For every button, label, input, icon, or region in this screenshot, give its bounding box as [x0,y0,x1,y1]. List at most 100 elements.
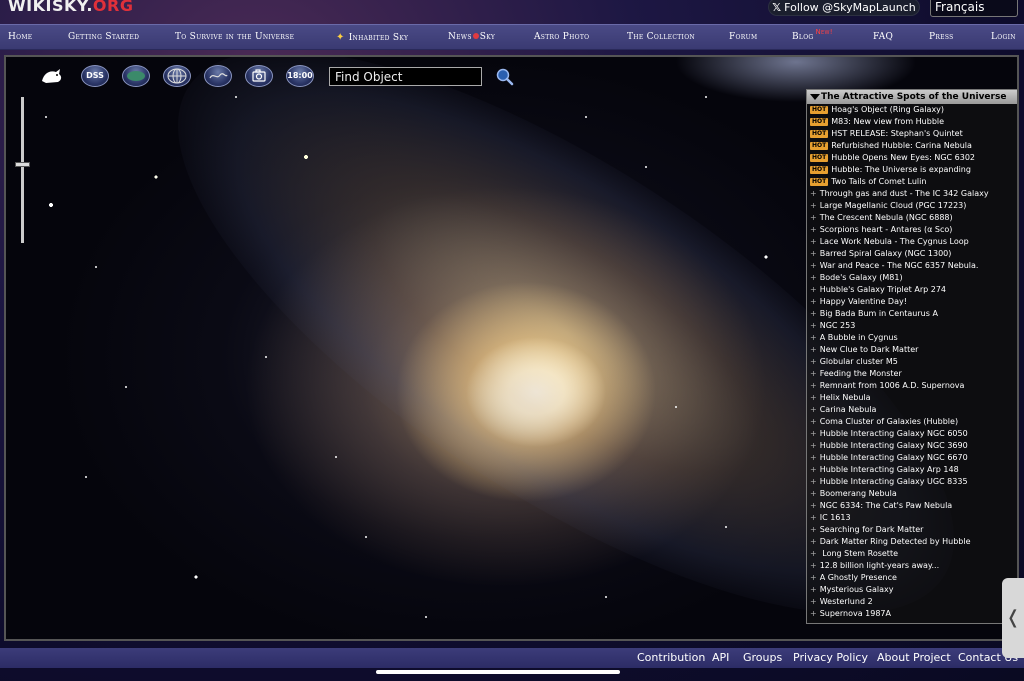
nav-survive-universe[interactable]: To Survive in the Universe [175,32,294,42]
spot-label: Bode's Galaxy (M81) [819,273,903,282]
spot-list-item[interactable]: + Scorpions heart - Antares (α Sco) [807,224,1017,236]
spot-list-item[interactable]: + Feeding the Monster [807,368,1017,380]
spot-list-item[interactable]: HOT M83: New view from Hubble [807,116,1017,128]
twitter-follow-button[interactable]: 𝕏 Follow @SkyMapLaunch [768,0,920,16]
spots-list: HOT Hoag's Object (Ring Galaxy) HOT M83: Ne… [807,104,1017,620]
spot-list-item[interactable]: + Hubble Interacting Galaxy UGC 8335 [807,476,1017,488]
spot-list-item[interactable]: + Mysterious Galaxy [807,584,1017,596]
spot-list-item[interactable]: HOT Hubble Opens New Eyes: NGC 6302 [807,152,1017,164]
plus-icon: + [810,285,817,294]
spot-list-item[interactable]: + Hubble Interacting Galaxy NGC 6050 [807,428,1017,440]
spot-list-item[interactable]: + Long Stem Rosette [807,548,1017,560]
spot-list-item[interactable]: HOT HST RELEASE: Stephan's Quintet [807,128,1017,140]
language-select[interactable]: Français [930,0,1018,17]
home-indicator[interactable] [376,670,620,674]
nav-home[interactable]: Home [8,32,33,42]
plus-icon: + [810,345,817,354]
nav-faq[interactable]: FAQ [873,32,893,42]
plus-icon: + [810,561,817,570]
spot-label: Hubble Interacting Galaxy NGC 6050 [819,429,968,438]
spot-list-item[interactable]: + Happy Valentine Day! [807,296,1017,308]
spot-list-item[interactable]: + Remnant from 1006 A.D. Supernova [807,380,1017,392]
sky-viewer[interactable]: DSS 18:00 The Attractive Spots of the Un… [4,55,1019,641]
spot-list-item[interactable]: + A Bubble in Cygnus [807,332,1017,344]
hot-badge: HOT [810,166,829,174]
wikisky-home-icon[interactable] [38,65,66,87]
camera-icon[interactable] [245,65,273,87]
spot-label: Scorpions heart - Antares (α Sco) [819,225,953,234]
spot-label: IC 1613 [819,513,851,522]
spot-list-item[interactable]: + Through gas and dust - The IC 342 Galax… [807,188,1017,200]
grid-icon[interactable] [163,65,191,87]
side-panel-toggle[interactable]: ❬ [1002,578,1024,658]
spot-list-item[interactable]: + Dark Matter Ring Detected by Hubble [807,536,1017,548]
search-icon[interactable] [495,67,515,87]
nav-blog[interactable]: Blog New! [792,28,833,42]
dss-layer-button[interactable]: DSS [81,65,109,87]
spot-label: Hubble Interacting Galaxy Arp 148 [819,465,959,474]
spot-list-item[interactable]: + Boomerang Nebula [807,488,1017,500]
spots-panel-header[interactable]: The Attractive Spots of the Universe [807,90,1017,104]
spot-label: Coma Cluster of Galaxies (Hubble) [819,417,959,426]
spot-list-item[interactable]: + Hubble's Galaxy Triplet Arp 274 [807,284,1017,296]
spot-list-item[interactable]: + Hubble Interacting Galaxy NGC 6670 [807,452,1017,464]
spot-list-item[interactable]: + IC 1613 [807,512,1017,524]
spot-list-item[interactable]: + Barred Spiral Galaxy (NGC 1300) [807,248,1017,260]
find-object-input[interactable] [329,67,482,86]
spot-list-item[interactable]: HOT Refurbished Hubble: Carina Nebula [807,140,1017,152]
nav-forum[interactable]: Forum [729,32,757,42]
time-button[interactable]: 18:00 [286,65,314,87]
plus-icon: + [810,609,817,618]
spot-list-item[interactable]: + NGC 253 [807,320,1017,332]
star-icon: ✦ [336,32,345,43]
hot-badge: HOT [810,178,829,186]
constellation-icon[interactable] [204,65,232,87]
nav-getting-started[interactable]: Getting Started [68,32,139,42]
spot-list-item[interactable]: HOT Two Tails of Comet Lulin [807,176,1017,188]
zoom-slider-track[interactable] [21,97,24,243]
wikisky-page: WIKISKY.ORG 𝕏 Follow @SkyMapLaunch França… [0,0,1024,681]
zoom-slider-handle[interactable] [15,162,30,167]
footer-about-link[interactable]: About Project [877,651,951,664]
spot-list-item[interactable]: + Big Bada Bum in Centaurus A [807,308,1017,320]
spot-list-item[interactable]: HOT Hoag's Object (Ring Galaxy) [807,104,1017,116]
spot-label: Boomerang Nebula [819,489,897,498]
spot-list-item[interactable]: + A Ghostly Presence [807,572,1017,584]
spot-list-item[interactable]: + War and Peace - The NGC 6357 Nebula. [807,260,1017,272]
site-logo[interactable]: WIKISKY.ORG [8,0,133,15]
spot-list-item[interactable]: + Searching for Dark Matter [807,524,1017,536]
spot-list-item[interactable]: + Lace Work Nebula - The Cygnus Loop [807,236,1017,248]
spot-list-item[interactable]: + Large Magellanic Cloud (PGC 17223) [807,200,1017,212]
plus-icon: + [810,273,817,282]
sky-layer-icon[interactable] [122,65,150,87]
nav-inhabited-sky[interactable]: ✦ Inhabited Sky [336,32,408,43]
spot-list-item[interactable]: + Hubble Interacting Galaxy NGC 3690 [807,440,1017,452]
spot-label: Lace Work Nebula - The Cygnus Loop [819,237,969,246]
spot-list-item[interactable]: + Globular cluster M5 [807,356,1017,368]
nav-collection[interactable]: The Collection [627,32,695,42]
footer-contribution-link[interactable]: Contribution [637,651,705,664]
spot-list-item[interactable]: + Carina Nebula [807,404,1017,416]
footer-api-link[interactable]: API [712,651,729,664]
spot-list-item[interactable]: + Supernova 1987A [807,608,1017,620]
spot-list-item[interactable]: + Helix Nebula [807,392,1017,404]
plus-icon: + [810,453,817,462]
spot-label: A Ghostly Presence [819,573,897,582]
footer-groups-link[interactable]: Groups [743,651,782,664]
spot-list-item[interactable]: + Bode's Galaxy (M81) [807,272,1017,284]
spot-list-item[interactable]: + NGC 6334: The Cat's Paw Nebula [807,500,1017,512]
spot-list-item[interactable]: + Westerlund 2 [807,596,1017,608]
footer-privacy-link[interactable]: Privacy Policy [793,651,868,664]
spot-list-item[interactable]: + The Crescent Nebula (NGC 6888) [807,212,1017,224]
nav-news-sky[interactable]: News Sky [448,32,495,42]
spot-list-item[interactable]: + Coma Cluster of Galaxies (Hubble) [807,416,1017,428]
plus-icon: + [810,465,817,474]
spot-list-item[interactable]: +12.8 billion light-years away... [807,560,1017,572]
nav-login[interactable]: Login [991,32,1016,42]
spot-list-item[interactable]: HOT Hubble: The Universe is expanding [807,164,1017,176]
spot-label: NGC 253 [819,321,856,330]
nav-press[interactable]: Press [929,32,954,42]
spot-list-item[interactable]: + New Clue to Dark Matter [807,344,1017,356]
nav-astro-photo[interactable]: Astro Photo [534,32,589,42]
spot-list-item[interactable]: + Hubble Interacting Galaxy Arp 148 [807,464,1017,476]
